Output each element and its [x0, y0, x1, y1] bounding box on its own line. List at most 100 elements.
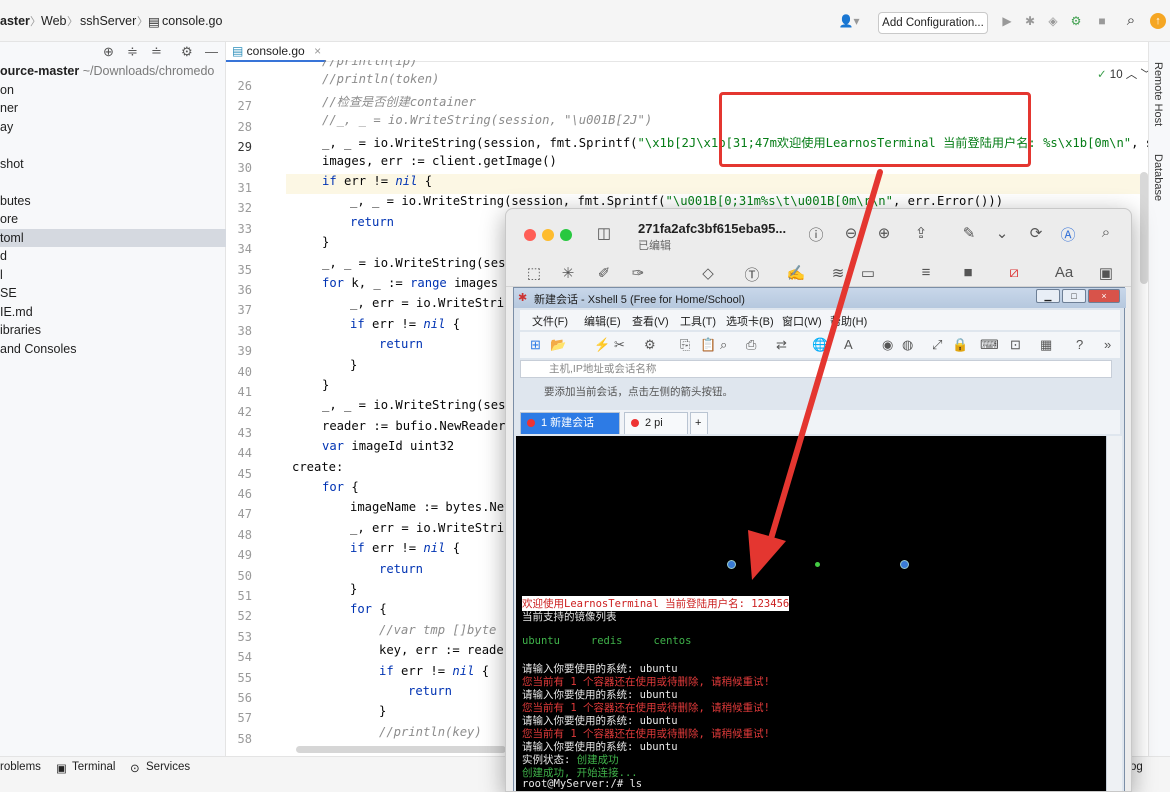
tree-item[interactable]: ner: [0, 99, 226, 118]
tree-item[interactable]: ay: [0, 118, 226, 137]
text-icon[interactable]: Ⓣ: [742, 264, 762, 285]
adjust-color-icon[interactable]: ≋: [828, 264, 848, 282]
sidebar-toggle-icon[interactable]: ◫: [594, 224, 614, 242]
terminal-prompt-line[interactable]: root@MyServer:/# ls: [522, 778, 642, 790]
host-address-input[interactable]: 主机,IP地址或会话名称: [520, 360, 1112, 378]
update-icon[interactable]: ↑: [1150, 13, 1166, 29]
globe-icon[interactable]: 🌐: [812, 337, 828, 353]
menu-window[interactable]: 窗口(W): [782, 313, 822, 329]
zoom-out-icon[interactable]: ⊖: [841, 224, 861, 242]
menu-edit[interactable]: 编辑(E): [584, 313, 621, 329]
tab-pi[interactable]: 2 pi: [624, 412, 688, 434]
tree-item[interactable]: butes: [0, 192, 226, 211]
terminal-scrollbar[interactable]: [1106, 436, 1122, 791]
search-icon[interactable]: ⌕: [1096, 224, 1116, 241]
border-color-icon[interactable]: ■: [958, 264, 978, 281]
copy-icon[interactable]: ⎘: [680, 337, 690, 353]
zoom-window-button[interactable]: [560, 229, 572, 241]
services-tab[interactable]: Services: [146, 761, 190, 773]
editor-vertical-scrollbar[interactable]: [1140, 172, 1148, 284]
tree-item[interactable]: d: [0, 247, 226, 266]
breadcrumb-console-go[interactable]: console.go: [162, 14, 222, 28]
menu-file[interactable]: 文件(F): [532, 313, 568, 329]
adjust-size-icon[interactable]: ▭: [858, 264, 878, 282]
paste-icon[interactable]: 📋: [700, 337, 716, 353]
more-icon[interactable]: »: [1104, 337, 1111, 352]
tree-item[interactable]: IE.md: [0, 303, 226, 322]
project-root-node[interactable]: ource-master ~/Downloads/chromedo: [0, 62, 226, 81]
breadcrumb-project[interactable]: aster: [0, 14, 30, 28]
tree-item[interactable]: ore: [0, 210, 226, 229]
fill-color-icon[interactable]: ⧄: [1004, 264, 1024, 281]
database-tab[interactable]: Database: [1152, 154, 1164, 201]
disconnect-icon[interactable]: ✂: [614, 337, 625, 353]
add-tab-button[interactable]: +: [690, 412, 708, 434]
expand-all-icon[interactable]: ≑: [127, 44, 138, 60]
shapes-icon[interactable]: ◇: [698, 264, 718, 282]
coverage-icon[interactable]: ◈: [1046, 14, 1060, 28]
stop-icon[interactable]: ■: [1095, 14, 1109, 28]
editor-horizontal-scrollbar[interactable]: [296, 746, 506, 753]
share-icon[interactable]: ⇪: [911, 224, 931, 242]
transfer-icon[interactable]: ⇄: [776, 337, 787, 353]
menu-view[interactable]: 查看(V): [632, 313, 669, 329]
lock-icon[interactable]: 🔒: [952, 337, 968, 353]
breadcrumb-web[interactable]: Web: [41, 14, 66, 28]
text-style-icon[interactable]: Aa: [1054, 264, 1074, 281]
chevron-down-icon[interactable]: ⌄: [992, 224, 1012, 242]
script-icon[interactable]: ◉: [882, 337, 893, 353]
open-folder-icon[interactable]: 📂: [550, 337, 566, 353]
connect-icon[interactable]: ⚡: [594, 337, 610, 353]
layout-icon[interactable]: ▦: [1040, 337, 1052, 353]
menu-tabs[interactable]: 选项卡(B): [726, 313, 774, 329]
tree-item[interactable]: SE: [0, 284, 226, 303]
settings-gear-icon[interactable]: ⚙: [181, 44, 193, 60]
run-icon[interactable]: ▶: [1000, 14, 1014, 28]
minimize-window-button[interactable]: [542, 229, 554, 241]
compose-icon[interactable]: ⊡: [1010, 337, 1021, 353]
markup-pen-icon[interactable]: ✎: [959, 224, 979, 242]
menu-help[interactable]: 帮助(H): [830, 313, 867, 329]
terminal-screen[interactable]: 欢迎使用LearnosTerminal 当前登陆用户名: 123456 当前支持…: [516, 436, 1106, 791]
search-icon[interactable]: ⌕: [1124, 13, 1138, 28]
hide-icon[interactable]: —: [205, 44, 218, 59]
rect-select-icon[interactable]: ⬚: [524, 264, 544, 282]
new-session-icon[interactable]: ⊞: [530, 337, 541, 353]
menu-tools[interactable]: 工具(T): [680, 313, 716, 329]
problems-tab[interactable]: roblems: [0, 761, 41, 773]
close-window-button[interactable]: [524, 229, 536, 241]
remote-host-tab[interactable]: Remote Host: [1152, 62, 1164, 126]
tree-item-external-libraries[interactable]: ibraries: [0, 321, 226, 340]
font-icon[interactable]: A: [844, 337, 853, 352]
add-configuration-button[interactable]: Add Configuration...: [878, 12, 988, 34]
inspection-widget[interactable]: ✓ 10 ︿ ﹀: [1097, 66, 1152, 82]
breadcrumb-sshserver[interactable]: sshServer: [80, 14, 136, 28]
debug-icon[interactable]: ✱: [1023, 14, 1037, 28]
line-style-icon[interactable]: ≡: [916, 264, 936, 281]
print-icon[interactable]: ⎙: [746, 337, 756, 353]
tree-item-scratches[interactable]: and Consoles: [0, 340, 226, 359]
profile-icon[interactable]: ⚙: [1069, 14, 1083, 28]
tree-item[interactable]: l: [0, 266, 226, 285]
tree-item-selected[interactable]: toml: [0, 228, 226, 247]
info-icon[interactable]: ⓘ: [806, 224, 826, 245]
sketch-icon[interactable]: ✐: [594, 264, 614, 282]
chevron-up-icon[interactable]: ︿: [1126, 69, 1138, 81]
keyboard-icon[interactable]: ⌨: [980, 337, 999, 353]
tree-item[interactable]: [0, 173, 226, 192]
annotate-icon[interactable]: ▣: [1096, 264, 1116, 282]
terminal-tab[interactable]: Terminal: [72, 761, 115, 773]
tab-new-session[interactable]: 1 新建会话: [520, 412, 620, 434]
tree-item[interactable]: shot: [0, 155, 226, 174]
tree-item[interactable]: [0, 136, 226, 155]
locate-icon[interactable]: ⊕: [103, 44, 114, 60]
user-icon[interactable]: 👤▾: [838, 14, 860, 28]
zoom-in-icon[interactable]: ⊕: [874, 224, 894, 242]
markup-toolbar-icon[interactable]: Ⓐ: [1058, 224, 1078, 245]
find-icon[interactable]: ⌕: [720, 337, 727, 353]
xftp-icon[interactable]: ◍: [902, 337, 913, 353]
tree-item[interactable]: on: [0, 81, 226, 100]
close-icon[interactable]: ×: [1088, 289, 1120, 303]
close-icon[interactable]: ×: [314, 44, 321, 58]
properties-icon[interactable]: ⚙: [644, 337, 656, 353]
